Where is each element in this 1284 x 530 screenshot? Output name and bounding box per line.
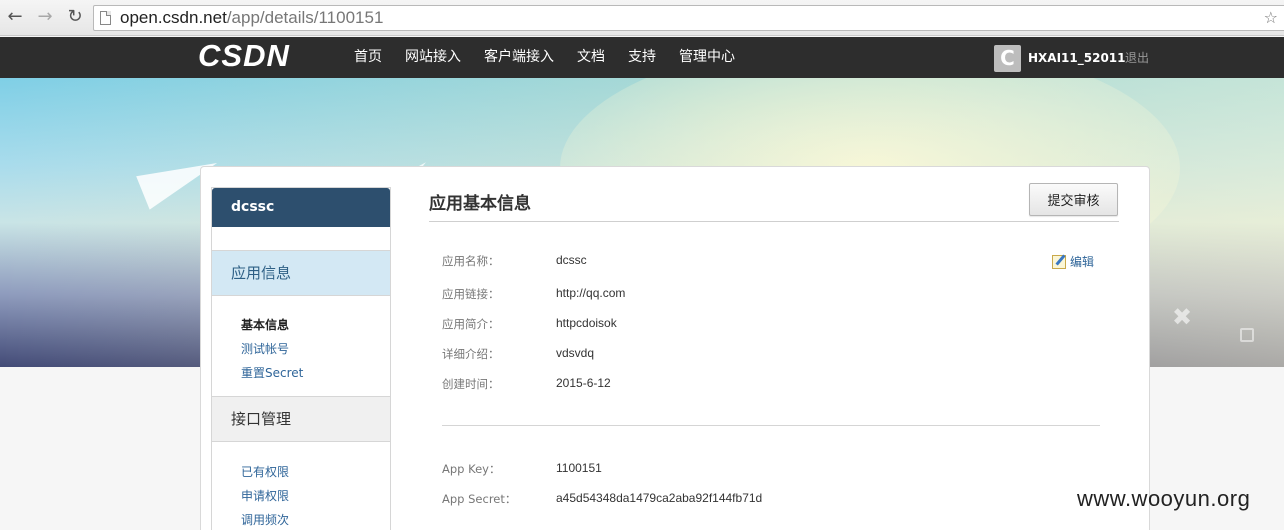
sidebar-app-name: dcssc <box>212 188 390 227</box>
menu-item-admin-center[interactable]: 管理中心 <box>679 37 735 78</box>
sidebar-section-app-info[interactable]: 应用信息 <box>212 250 390 296</box>
decorative-x-icon: ✖ <box>1172 303 1193 331</box>
sidebar-item-call-frequency[interactable]: 调用频次 <box>241 511 289 528</box>
page-title: 应用基本信息 <box>429 194 531 214</box>
menu-item-client-access[interactable]: 客户端接入 <box>484 37 554 78</box>
field-label-app-secret: App Secret： <box>442 492 517 506</box>
field-label-description: 详细介绍： <box>442 347 500 361</box>
field-value-app-key: 1100151 <box>556 461 602 475</box>
field-value-app-link: http://qq.com <box>556 286 626 300</box>
menu-item-web-access[interactable]: 网站接入 <box>405 37 461 78</box>
submit-review-button[interactable]: 提交审核 <box>1029 183 1118 216</box>
username[interactable]: HXAI11_52011 <box>1028 37 1126 79</box>
field-label-app-link: 应用链接： <box>442 287 500 301</box>
field-label-app-name: 应用名称： <box>442 254 500 268</box>
divider <box>442 425 1100 426</box>
top-navigation: CSDN 首页 网站接入 客户端接入 文档 支持 管理中心 C HXAI11_5… <box>0 37 1284 78</box>
watermark: www.wooyun.org <box>1077 486 1251 511</box>
field-value-app-secret: a45d54348da1479ca2aba92f144fb71d <box>556 491 763 505</box>
url-text[interactable]: open.csdn.net/app/details/1100151 <box>120 8 383 28</box>
field-label-app-summary: 应用简介： <box>442 317 500 331</box>
decorative-lock-icon <box>1240 328 1254 342</box>
page-icon <box>100 11 111 25</box>
address-bar[interactable]: open.csdn.net/app/details/1100151 ☆ <box>93 5 1284 31</box>
url-host: open.csdn.net <box>120 8 227 27</box>
url-path: /app/details/1100151 <box>226 8 384 27</box>
back-arrow-icon[interactable]: ← <box>4 6 26 28</box>
logout-link[interactable]: 退出 <box>1125 37 1149 79</box>
menu-item-docs[interactable]: 文档 <box>577 37 605 78</box>
sidebar-item-test-account[interactable]: 测试帐号 <box>241 340 289 357</box>
menu-item-home[interactable]: 首页 <box>354 37 382 78</box>
field-label-app-key: App Key： <box>442 462 501 476</box>
sidebar-item-reset-secret[interactable]: 重置Secret <box>241 364 303 381</box>
edit-icon <box>1052 254 1066 269</box>
divider <box>429 221 1119 222</box>
bookmark-star-icon[interactable]: ☆ <box>1264 8 1278 27</box>
sidebar-item-basic-info[interactable]: 基本信息 <box>241 316 289 333</box>
sidebar-item-apply-permissions[interactable]: 申请权限 <box>241 487 289 504</box>
reload-icon[interactable]: ↻ <box>64 6 86 28</box>
field-value-description: vdsvdq <box>556 346 595 360</box>
avatar[interactable]: C <box>994 45 1021 72</box>
main-menu: 首页 网站接入 客户端接入 文档 支持 管理中心 <box>354 37 758 78</box>
sidebar: dcssc 应用信息 基本信息 测试帐号 重置Secret 接口管理 已有权限 … <box>211 187 391 530</box>
main-content: 应用基本信息 提交审核 编辑 应用名称： dcssc 应用链接： http://… <box>429 167 1119 530</box>
browser-toolbar: ← → ↻ open.csdn.net/app/details/1100151 … <box>0 0 1284 36</box>
edit-link[interactable]: 编辑 <box>1052 253 1094 270</box>
sidebar-item-existing-permissions[interactable]: 已有权限 <box>241 463 289 480</box>
field-label-created-time: 创建时间： <box>442 377 500 391</box>
field-value-app-name: dcssc <box>556 253 587 267</box>
app-details-card: dcssc 应用信息 基本信息 测试帐号 重置Secret 接口管理 已有权限 … <box>200 166 1150 530</box>
edit-link-label: 编辑 <box>1070 255 1095 269</box>
field-value-app-summary: httpcdoisok <box>556 316 617 330</box>
forward-arrow-icon[interactable]: → <box>34 6 56 28</box>
field-value-created-time: 2015-6-12 <box>556 376 611 390</box>
menu-item-support[interactable]: 支持 <box>628 37 656 78</box>
sidebar-section-api-management[interactable]: 接口管理 <box>212 396 390 442</box>
csdn-logo[interactable]: CSDN <box>198 38 290 74</box>
